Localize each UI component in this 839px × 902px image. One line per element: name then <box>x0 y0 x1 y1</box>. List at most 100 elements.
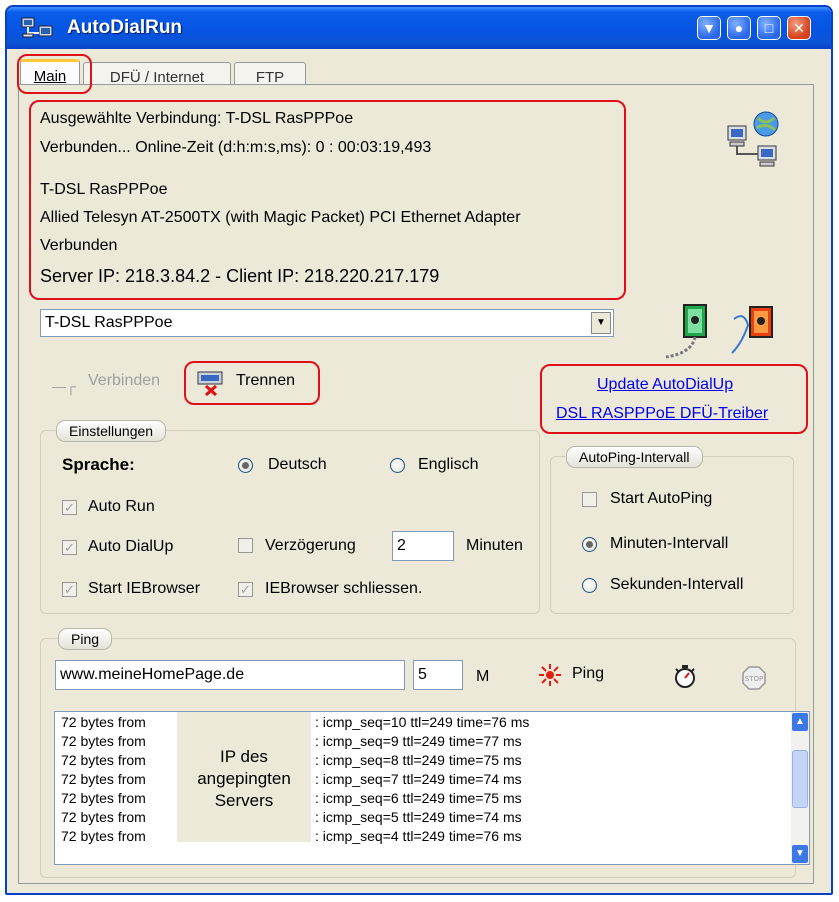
seconds-interval-label: Sekunden-Intervall <box>610 576 744 593</box>
stop-icon[interactable]: STOP <box>742 666 766 690</box>
disconnect-label: Trennen <box>236 372 295 389</box>
log-line-detail: : icmp_seq=8 ttl=249 time=75 ms <box>315 752 522 768</box>
delay-checkbox[interactable] <box>238 538 253 553</box>
delay-label: Verzögerung <box>265 537 356 554</box>
settings-group-title: Einstellungen <box>56 420 167 442</box>
annotation-line: IP des <box>220 747 268 766</box>
close-iebrowser-label: IEBrowser schliessen. <box>265 580 423 597</box>
ping-log-list[interactable]: 72 bytes from 72 bytes from 72 bytes fro… <box>54 711 810 865</box>
ping-button[interactable]: Ping <box>538 663 628 689</box>
selected-connection-text: Ausgewählte Verbindung: T-DSL RasPPPoe <box>40 110 354 127</box>
update-autodialup-link[interactable]: Update AutoDialUp <box>597 376 733 394</box>
log-line-detail: : icmp_seq=9 ttl=249 time=77 ms <box>315 733 522 749</box>
minutes-unit-label: Minuten <box>466 537 523 554</box>
english-label: Englisch <box>418 456 479 473</box>
log-line-left: 72 bytes from <box>61 733 146 749</box>
start-iebrowser-label: Start IEBrowser <box>88 580 201 597</box>
auto-run-label: Auto Run <box>88 498 155 515</box>
log-line-detail: : icmp_seq=6 ttl=249 time=75 ms <box>315 790 522 806</box>
connection-select[interactable]: T-DSL RasPPPoe ▼ <box>40 309 614 337</box>
plug-connected-icon <box>662 303 722 361</box>
tray-button[interactable]: ▼ <box>697 16 721 40</box>
connect-button[interactable]: —┌ Verbinden <box>52 372 178 396</box>
log-line-right: : icmp_seq=9 ttl=249 time=77 ms <box>315 733 522 749</box>
highlight-main-tab <box>17 54 92 94</box>
ping-burst-icon <box>538 663 562 687</box>
log-line-right: : icmp_seq=4 ttl=249 time=76 ms <box>315 828 522 844</box>
scroll-down-icon[interactable]: ▼ <box>792 845 808 863</box>
connection-state-text: Verbunden <box>40 237 118 254</box>
auto-run-checkbox[interactable]: ✓ <box>62 500 77 515</box>
log-line-left: 72 bytes from <box>61 752 146 768</box>
title-bar[interactable]: AutoDialRun ▼ ● □ ✕ <box>7 7 831 49</box>
language-label: Sprache: <box>62 455 135 474</box>
chevron-down-icon[interactable]: ▼ <box>591 312 611 334</box>
delay-minutes-input[interactable]: 2 <box>392 531 454 561</box>
start-iebrowser-checkbox[interactable]: ✓ <box>62 582 77 597</box>
ping-group-title: Ping <box>58 628 113 650</box>
ping-host-input[interactable]: www.meineHomePage.de <box>55 660 405 690</box>
ip-info-text: Server IP: 218.3.84.2 - Client IP: 218.2… <box>40 266 440 286</box>
log-line-right: : icmp_seq=8 ttl=249 time=75 ms <box>315 752 522 768</box>
stopwatch-icon[interactable] <box>672 663 698 689</box>
ping-button-label: Ping <box>572 665 605 682</box>
scroll-thumb[interactable] <box>792 750 808 808</box>
radio-english[interactable] <box>390 458 405 473</box>
dsl-driver-link[interactable]: DSL RASPPPoE DFÜ-Treiber <box>556 405 768 423</box>
log-line-detail: : icmp_seq=5 ttl=249 time=74 ms <box>315 809 522 825</box>
ping-count-unit: M <box>476 668 490 685</box>
annotation-line: angepingten <box>197 769 291 788</box>
log-line-detail: : icmp_seq=10 ttl=249 time=76 ms <box>315 714 529 730</box>
log-line-right: : icmp_seq=7 ttl=249 time=74 ms <box>315 771 522 787</box>
connection-select-value: T-DSL RasPPPoe <box>45 314 173 331</box>
radio-seconds-interval[interactable] <box>582 578 597 593</box>
app-network-icon <box>21 16 55 40</box>
online-time-text: Verbunden... Online-Zeit (d:h:m:s,ms): 0… <box>40 139 432 156</box>
connect-icon: —┌ <box>52 378 76 394</box>
log-scrollbar[interactable]: ▲ ▼ <box>791 712 809 864</box>
log-line-left: 72 bytes from <box>61 828 146 844</box>
minutes-interval-label: Minuten-Intervall <box>610 535 729 552</box>
log-line-left: 72 bytes from <box>61 809 146 825</box>
german-label: Deutsch <box>268 456 327 473</box>
log-line: 72 bytes from <box>61 828 146 844</box>
close-button[interactable]: ✕ <box>787 16 811 40</box>
log-line-left: 72 bytes from <box>61 771 146 787</box>
connect-label: Verbinden <box>88 372 161 389</box>
scroll-up-icon[interactable]: ▲ <box>792 713 808 731</box>
annotation-line: Servers <box>214 791 274 810</box>
start-autoping-label: Start AutoPing <box>610 490 713 507</box>
highlight-links <box>540 364 808 434</box>
svg-text:STOP: STOP <box>745 675 763 683</box>
server-ip-annotation: IP des angepingten Servers <box>177 712 311 842</box>
plug-disconnected-icon <box>728 303 784 359</box>
log-line-detail: : icmp_seq=7 ttl=249 time=74 ms <box>315 771 522 787</box>
log-line: 72 bytes from <box>61 752 146 768</box>
network-computers-icon <box>724 106 786 172</box>
close-iebrowser-checkbox[interactable]: ✓ <box>238 582 253 597</box>
log-line-right: : icmp_seq=5 ttl=249 time=74 ms <box>315 809 522 825</box>
log-line: 72 bytes from <box>61 809 146 825</box>
radio-german[interactable] <box>238 458 253 473</box>
auto-dialup-checkbox[interactable]: ✓ <box>62 540 77 555</box>
maximize-button[interactable]: □ <box>757 16 781 40</box>
window-title: AutoDialRun <box>67 17 183 38</box>
disconnect-button[interactable]: Trennen <box>196 370 316 397</box>
help-button[interactable]: ● <box>727 16 751 40</box>
log-line-left: 72 bytes from <box>61 790 146 806</box>
log-line-detail: : icmp_seq=4 ttl=249 time=76 ms <box>315 828 522 844</box>
log-line: 72 bytes from <box>61 771 146 787</box>
ping-count-input[interactable]: 5 <box>413 660 463 690</box>
radio-minutes-interval[interactable] <box>582 537 597 552</box>
disconnect-icon <box>196 370 228 397</box>
log-line-right: : icmp_seq=10 ttl=249 time=76 ms <box>315 714 530 730</box>
log-line-right: : icmp_seq=6 ttl=249 time=75 ms <box>315 790 522 806</box>
log-line: 72 bytes from <box>61 714 146 730</box>
adapter-text: Allied Telesyn AT-2500TX (with Magic Pac… <box>40 209 521 226</box>
start-autoping-checkbox[interactable] <box>582 492 597 507</box>
ping-host-value: www.meineHomePage.de <box>60 666 245 683</box>
delay-minutes-value: 2 <box>397 537 406 554</box>
auto-dialup-label: Auto DialUp <box>88 538 174 555</box>
ping-count-value: 5 <box>418 666 427 683</box>
log-line-left: 72 bytes from <box>61 714 146 730</box>
